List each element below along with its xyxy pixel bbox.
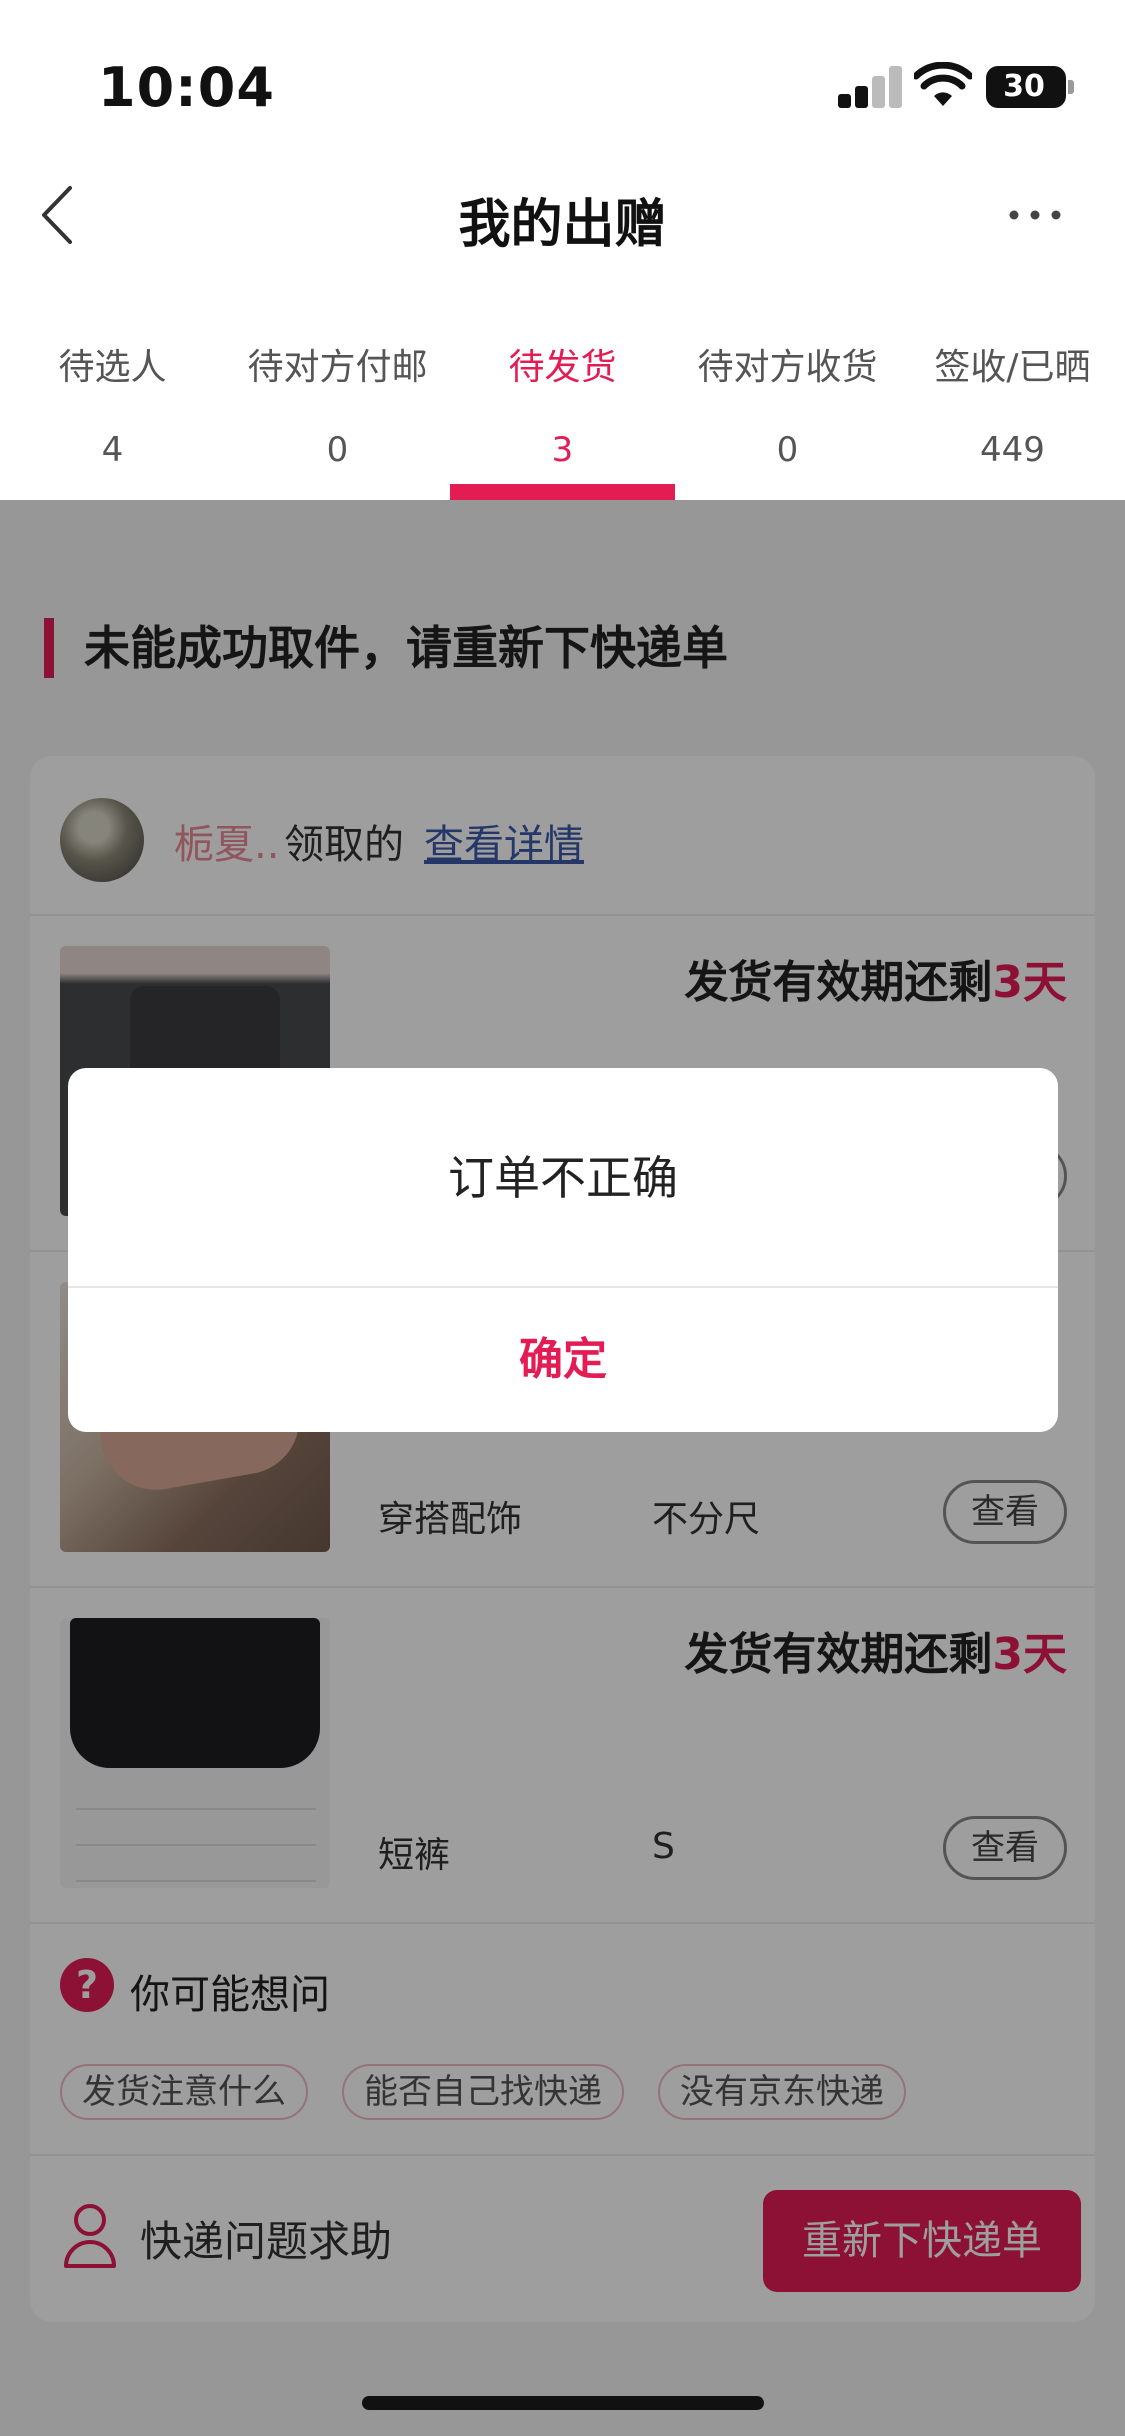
- tab-label: 待对方付邮: [247, 347, 428, 388]
- home-indicator[interactable]: [362, 2396, 764, 2410]
- tab-pending-shipment[interactable]: 待发货 3: [450, 280, 675, 500]
- cellular-signal-icon: [838, 66, 902, 108]
- wifi-icon: [914, 62, 972, 106]
- tab-pending-postage[interactable]: 待对方付邮 0: [225, 280, 450, 500]
- tab-label: 签收/已晒: [934, 347, 1091, 388]
- tab-label: 待发货: [508, 347, 617, 388]
- tab-count: 0: [326, 430, 349, 470]
- nav-bar: 我的出赠: [0, 150, 1125, 280]
- status-time: 10:04: [98, 56, 275, 119]
- tab-count: 449: [980, 430, 1045, 470]
- battery-level: 30: [1003, 69, 1045, 104]
- dialog-message: 订单不正确: [68, 1068, 1058, 1288]
- tab-count: 3: [551, 430, 574, 470]
- tab-pending-receipt[interactable]: 待对方收货 0: [675, 280, 900, 500]
- confirm-button[interactable]: 确定: [68, 1288, 1058, 1432]
- tab-label: 待选人: [58, 347, 167, 388]
- tab-count: 0: [776, 430, 799, 470]
- tab-label: 待对方收货: [697, 347, 878, 388]
- modal-overlay[interactable]: [0, 500, 1125, 2436]
- screen: 10:04 30 我的出赠 待选人 4 待对方付邮 0 待发货 3 待对方收货 …: [0, 0, 1125, 2436]
- more-icon[interactable]: [1008, 205, 1062, 225]
- alert-dialog: 订单不正确 确定: [68, 1068, 1058, 1432]
- battery-icon: 30: [986, 66, 1074, 108]
- tab-pending-selection[interactable]: 待选人 4: [0, 280, 225, 500]
- active-tab-indicator: [450, 484, 675, 500]
- tab-received-shared[interactable]: 签收/已晒 449: [900, 280, 1125, 500]
- page-title: 我的出赠: [458, 195, 667, 255]
- status-bar: 10:04 30: [0, 0, 1125, 150]
- tab-count: 4: [101, 430, 124, 470]
- status-tabs: 待选人 4 待对方付邮 0 待发货 3 待对方收货 0 签收/已晒 449: [0, 280, 1125, 500]
